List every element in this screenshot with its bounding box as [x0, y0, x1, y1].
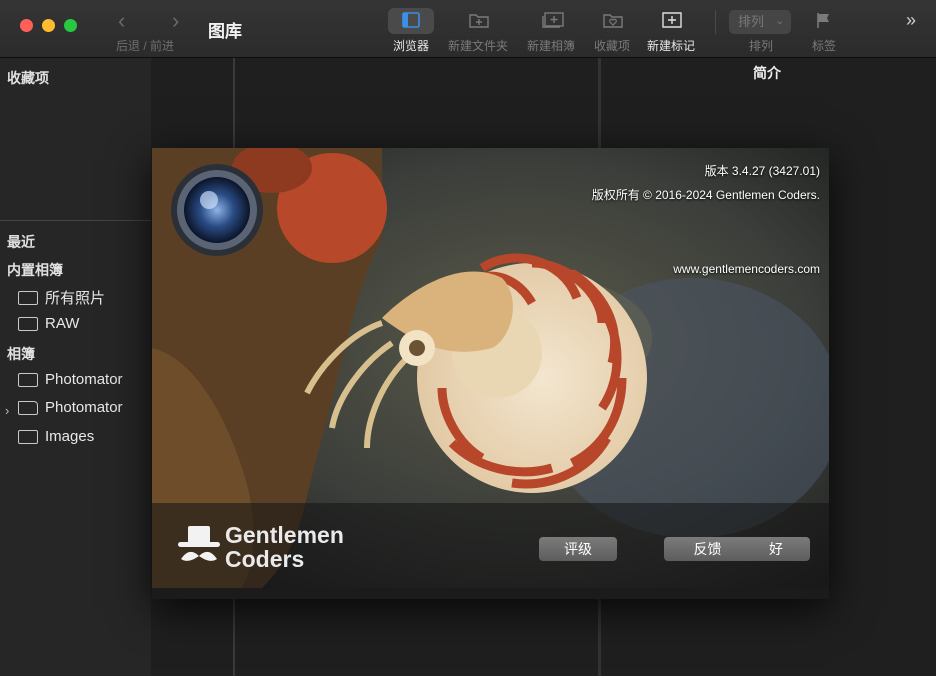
back-forward-label: 后退 / 前进	[116, 39, 175, 53]
folder-icon	[18, 400, 38, 415]
flag-icon	[801, 8, 847, 34]
album-icon	[18, 316, 38, 331]
chevron-down-icon: ⌄	[775, 16, 784, 27]
new-folder-icon	[455, 8, 501, 34]
photos-icon	[18, 290, 38, 305]
sidebar-item-images[interactable]: Images	[18, 428, 94, 445]
forward-arrow-icon[interactable]: ›	[172, 8, 179, 34]
favorites-button[interactable]: 收藏项	[580, 8, 644, 54]
new-folder-button[interactable]: 新建文件夹	[446, 8, 510, 54]
new-folder-label: 新建文件夹	[447, 39, 508, 53]
sidebar-albums-header: 相簿	[7, 346, 35, 362]
sidebar-item-recent[interactable]: 最近	[7, 232, 35, 252]
sort-dropdown-value: 排列	[738, 14, 765, 29]
new-mark-icon	[648, 8, 694, 34]
toolbar: ‹ › 后退 / 前进 图库 浏览器 新建文件夹 新建相簿 收藏项 新建标记 排…	[0, 0, 936, 58]
rate-button[interactable]: 评级	[539, 537, 617, 561]
website-link[interactable]: www.gentlemencoders.com	[673, 262, 820, 276]
new-mark-label: 新建标记	[646, 39, 695, 53]
disclosure-chevron-icon[interactable]: ›	[5, 403, 9, 418]
zoom-window-button[interactable]	[64, 19, 77, 32]
gentleman-hat-icon	[178, 526, 220, 561]
favorites-heart-icon	[589, 8, 635, 34]
browser-button[interactable]: 浏览器	[379, 8, 443, 54]
new-album-button[interactable]: 新建相簿	[519, 8, 583, 54]
tags-label: 标签	[811, 39, 836, 53]
browser-label: 浏览器	[392, 39, 429, 53]
sort-dropdown[interactable]: 排列 ⌄	[729, 10, 791, 34]
sidebar-item-label: Photomator	[45, 371, 123, 388]
window-title: 图库	[208, 22, 242, 41]
sidebar-builtin-header: 内置相簿	[7, 262, 63, 278]
brand-line-2: Coders	[225, 546, 305, 572]
back-arrow-icon[interactable]: ‹	[118, 8, 125, 34]
sidebar-item-label: 所有照片	[45, 290, 106, 307]
album-icon	[18, 429, 38, 444]
sidebar-divider	[0, 220, 151, 221]
sidebar-item-label: Images	[45, 428, 95, 445]
brand-line-1: Gentlemen	[225, 522, 344, 548]
sidebar-item-all-photos[interactable]: 所有照片	[18, 287, 105, 308]
sidebar-favorites-header: 收藏项	[7, 70, 49, 86]
app-logo-icon	[171, 164, 263, 256]
sidebar-item-label: RAW	[45, 315, 80, 332]
new-mark-button[interactable]: 新建标记	[639, 8, 703, 54]
new-album-label: 新建相簿	[526, 39, 575, 53]
album-icon	[18, 372, 38, 387]
sidebar-item-photomator-folder[interactable]: Photomator	[18, 399, 123, 416]
sidebar: 收藏项 最近 内置相簿 所有照片 RAW 相簿 Photomator › Pho…	[0, 58, 151, 676]
close-window-button[interactable]	[20, 19, 33, 32]
minimize-window-button[interactable]	[42, 19, 55, 32]
feedback-button[interactable]: 反馈	[664, 537, 751, 561]
brand-name: Gentlemen Coders	[225, 523, 344, 571]
sidebar-item-label: Photomator	[45, 399, 123, 416]
info-panel-title: 简介	[753, 65, 781, 81]
about-dialog: 版本 3.4.27 (3427.01) 版权所有 © 2016-2024 Gen…	[152, 148, 829, 599]
tags-button[interactable]: 标签	[792, 8, 856, 54]
toolbar-separator	[715, 10, 716, 34]
browser-icon	[388, 8, 434, 34]
sidebar-item-photomator[interactable]: Photomator	[18, 371, 123, 388]
sidebar-item-raw[interactable]: RAW	[18, 315, 79, 332]
version-text: 版本 3.4.27 (3427.01)	[704, 164, 820, 178]
favorites-label: 收藏项	[593, 39, 630, 53]
new-album-icon	[528, 8, 574, 34]
more-tools-chevron-icon[interactable]: »	[906, 10, 916, 31]
sort-label: 排列	[749, 39, 774, 53]
copyright-text: 版权所有 © 2016-2024 Gentlemen Coders.	[591, 188, 820, 202]
ok-button[interactable]: 好	[742, 537, 810, 561]
